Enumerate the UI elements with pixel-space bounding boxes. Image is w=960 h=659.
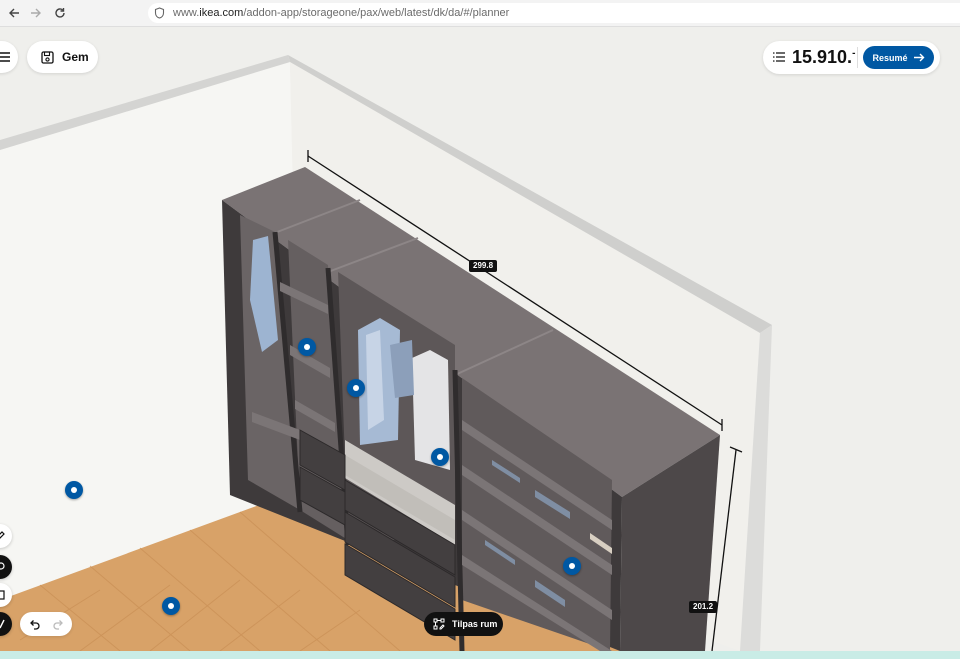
compass-icon <box>0 619 5 629</box>
shield-icon <box>154 7 165 19</box>
customize-room-label: Tilpas rum <box>452 619 498 629</box>
taskbar-strip <box>0 651 960 659</box>
url-prefix: www. <box>173 7 200 19</box>
hotspot-marker[interactable] <box>431 448 449 466</box>
total-price-suffix: - <box>852 48 856 59</box>
light-icon <box>0 562 5 570</box>
divider <box>857 47 858 68</box>
redo-button[interactable] <box>50 616 66 632</box>
menu-icon <box>0 52 10 62</box>
width-dimension-label: 299.8 <box>469 260 498 272</box>
undo-icon <box>29 619 40 630</box>
save-button[interactable]: Gem <box>27 41 98 73</box>
hotspot-marker[interactable] <box>162 597 180 615</box>
reload-button[interactable] <box>51 4 69 22</box>
address-bar[interactable]: www.ikea.com/addon-app/storageone/pax/we… <box>148 3 960 23</box>
resume-label: Resumé <box>872 52 908 63</box>
resume-button[interactable]: Resumé <box>863 46 934 69</box>
total-price-value: 15.910. <box>792 47 853 67</box>
back-button[interactable] <box>5 4 23 22</box>
hotspot-marker[interactable] <box>347 379 365 397</box>
hotspot-marker[interactable] <box>563 557 581 575</box>
save-label: Gem <box>62 50 89 64</box>
back-arrow-icon <box>9 8 19 18</box>
save-icon <box>41 50 54 64</box>
browser-toolbar: www.ikea.com/addon-app/storageone/pax/we… <box>0 0 960 27</box>
customize-room-button[interactable]: Tilpas rum <box>424 612 503 636</box>
price-summary-bar: 15.910.- Resumé <box>763 41 940 74</box>
forward-arrow-icon <box>31 8 41 18</box>
planner-canvas[interactable] <box>0 27 960 651</box>
url-path: /addon-app/storageone/pax/web/latest/dk/… <box>243 7 510 19</box>
hotspot-marker[interactable] <box>298 338 316 356</box>
pen-icon <box>0 531 5 539</box>
url-domain: ikea.com <box>199 7 244 19</box>
total-price: 15.910.- <box>792 47 855 68</box>
frame-icon <box>0 590 5 600</box>
undo-redo-group <box>20 612 72 636</box>
list-icon[interactable] <box>773 52 785 62</box>
hotspot-marker[interactable] <box>65 481 83 499</box>
arrow-right-icon <box>913 53 924 62</box>
undo-button[interactable] <box>26 616 42 632</box>
height-dimension-label: 201.2 <box>689 601 718 613</box>
url-text: www.ikea.com/addon-app/storageone/pax/we… <box>173 7 509 19</box>
room-edit-icon <box>433 618 445 630</box>
redo-icon <box>52 619 63 630</box>
reload-icon <box>55 8 65 18</box>
forward-button[interactable] <box>27 4 45 22</box>
